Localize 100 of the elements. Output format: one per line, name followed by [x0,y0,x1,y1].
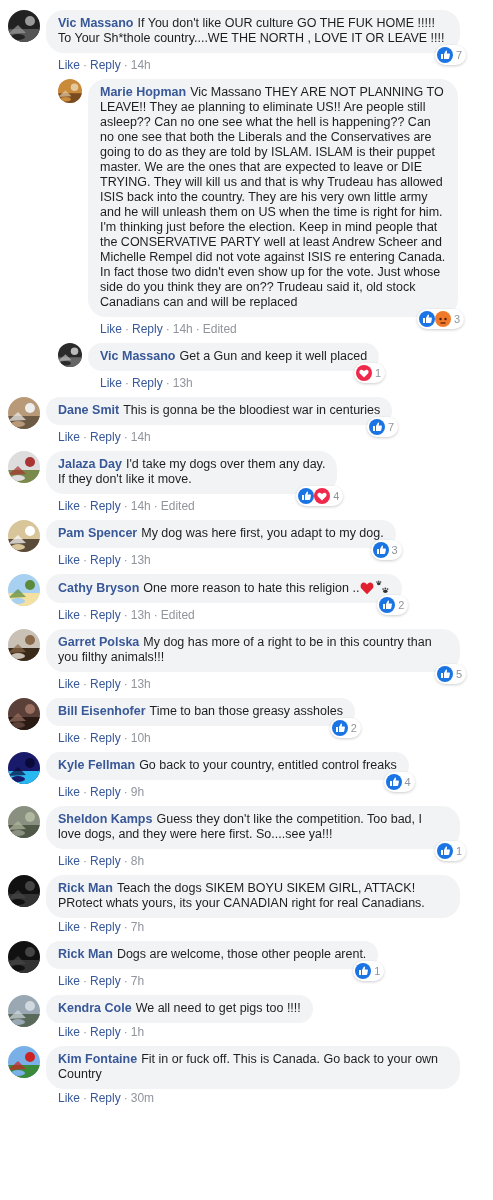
separator: · [123,608,128,622]
separator: · [83,430,87,444]
reply-link[interactable]: Reply [90,1091,121,1105]
reply-link[interactable]: Reply [90,974,121,988]
like-link[interactable]: Like [58,608,80,622]
separator: · [83,553,87,567]
like-link[interactable]: Like [58,677,80,691]
like-icon [436,47,453,63]
like-icon [385,774,402,790]
like-link[interactable]: Like [58,430,80,444]
reply-link[interactable]: Reply [90,553,121,567]
separator: · [83,608,87,622]
separator: · [195,322,200,336]
comment-time: 13h [172,376,193,390]
reply-link[interactable]: Reply [90,920,121,934]
like-icon [369,419,386,435]
comment-text: Garret Polska My dog has more of a right to be in this country than you filthy animals!!! [58,635,432,664]
like-link[interactable]: Like [58,731,80,745]
like-link[interactable]: Like [58,1025,80,1039]
separator: · [83,974,87,988]
like-icon [355,963,372,979]
like-link[interactable]: Like [58,920,80,934]
like-icon [418,311,435,327]
separator: · [123,430,128,444]
like-link[interactable]: Like [100,322,122,336]
separator: · [153,499,158,513]
like-icon [436,666,453,682]
comment-text: Cathy Bryson One more reason to hate this religion .. [58,581,360,595]
reply-link[interactable]: Reply [132,376,163,390]
reply-link[interactable]: Reply [132,322,163,336]
reply-link[interactable]: Reply [90,785,121,799]
like-link[interactable]: Like [100,376,122,390]
separator: · [83,920,87,934]
like-link[interactable]: Like [58,1091,80,1105]
comment-time: 14h [130,430,151,444]
reply-link[interactable]: Reply [90,677,121,691]
separator: · [165,322,170,336]
separator: · [123,1091,128,1105]
comment-text: Jalaza Day I'd take my dogs over them any day. If they don't like it move. [58,457,326,486]
like-link[interactable]: Like [58,58,80,72]
reaction-count: 1 [375,365,382,381]
comment-time: 9h [130,785,145,799]
separator: · [123,920,128,934]
like-link[interactable]: Like [58,785,80,799]
comment-time: 14h [130,499,151,513]
like-link[interactable]: Like [58,499,80,513]
reaction-count: 3 [453,311,460,327]
separator: · [83,731,87,745]
reply-link[interactable]: Reply [90,1025,121,1039]
like-icon [331,720,348,736]
separator: · [123,499,128,513]
comment-text: Kyle Fellman Go back to your country, entitled control freaks [58,758,397,772]
heart-icon [360,581,375,595]
reaction-count: 5 [455,666,462,682]
comment-time: 10h [130,731,151,745]
like-link[interactable]: Like [58,974,80,988]
comment-text: Kim Fontaine Fit in or fuck off. This is Canada. Go back to your own Country [58,1052,439,1081]
separator: · [165,376,170,390]
reaction-count: 3 [391,542,398,558]
reaction-count: 2 [398,597,405,613]
reaction-count: 7 [455,47,462,63]
comment-text: Vic Massano If You don't like OUR culture GO THE FUK HOME !!!!! To Your Sh*thole country....WE THE NORTH , LOVE IT OR LEAVE !!!! [58,16,445,45]
reply-link[interactable]: Reply [90,731,121,745]
reply-link[interactable]: Reply [90,499,121,513]
angry-face-icon [434,311,451,327]
reaction-count: 1 [455,843,462,859]
reaction-count: 4 [333,488,340,504]
separator: · [83,58,87,72]
comment-time: 1h [130,1025,145,1039]
like-icon [298,488,315,504]
comment-text: Pam Spencer My dog was here first, you adapt to my dog. [58,526,384,540]
separator: · [123,1025,128,1039]
comment-text: Sheldon Kamps Guess they don't like the competition. Too bad, I love dogs, and they were here first. So....see ya!!! [58,812,422,841]
comment-text: Kendra Cole We all need to get pigs too !!!! [58,1001,301,1015]
like-link[interactable]: Like [58,553,80,567]
comment-text: Rick Man Teach the dogs SIKEM BOYU SIKEM GIRL, ATTACK! PRotect whats yours, its your CANADIAN right for real Canadians. [58,881,425,910]
reply-link[interactable]: Reply [90,430,121,444]
reaction-count: 2 [350,720,357,736]
separator: · [123,58,128,72]
separator: · [125,376,129,390]
reply-link[interactable]: Reply [90,854,121,868]
comment-time: 14h [172,322,193,336]
separator: · [83,854,87,868]
like-icon [372,542,389,558]
comment-time: 7h [130,920,145,934]
comment-time: 8h [130,854,145,868]
separator: · [83,499,87,513]
like-link[interactable]: Like [58,854,80,868]
separator: · [125,322,129,336]
separator: · [83,785,87,799]
like-icon [379,597,396,613]
reaction-count: 4 [404,774,411,790]
paw-prints-icon [375,580,391,595]
comment-time: 7h [130,974,145,988]
reply-link[interactable]: Reply [90,58,121,72]
reply-link[interactable]: Reply [90,608,121,622]
separator: · [123,677,128,691]
separator: · [153,608,158,622]
comment-time: 13h [130,553,151,567]
separator: · [123,974,128,988]
